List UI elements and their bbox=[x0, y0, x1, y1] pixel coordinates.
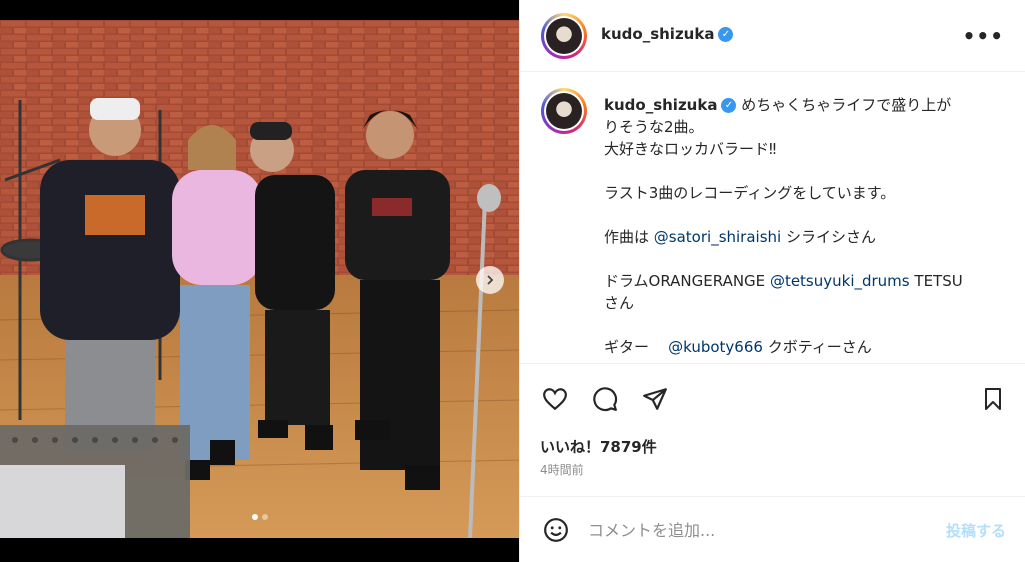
header-username[interactable]: kudo_shizuka ✓ bbox=[601, 25, 734, 43]
caption-line: シライシさん bbox=[785, 228, 876, 246]
verified-badge-icon: ✓ bbox=[718, 27, 734, 42]
username-text[interactable]: kudo_shizuka bbox=[601, 25, 714, 43]
mention-link[interactable]: @kuboty666 bbox=[668, 338, 763, 356]
caption-line: ギター bbox=[604, 338, 650, 356]
heart-icon bbox=[543, 388, 567, 411]
avatar[interactable] bbox=[541, 13, 587, 59]
verified-badge-icon: ✓ bbox=[721, 98, 737, 113]
chevron-right-icon bbox=[487, 275, 494, 285]
caption-line: クボティーさん bbox=[767, 338, 872, 356]
post-timestamp[interactable]: 4時間前 bbox=[540, 461, 584, 478]
caption-line: TETSU bbox=[914, 272, 963, 290]
more-options-icon[interactable]: ••• bbox=[963, 24, 1004, 48]
comment-icon bbox=[593, 387, 618, 412]
mention-link[interactable]: @satori_shiraishi bbox=[654, 228, 781, 246]
post-photo-pane bbox=[0, 0, 519, 562]
emoji-icon bbox=[544, 518, 568, 542]
caption-username[interactable]: kudo_shizuka ✓ bbox=[604, 96, 737, 114]
caption-text: kudo_shizuka ✓ めちゃくちゃライフで盛り上が りそうな2曲。 大好き… bbox=[604, 94, 1004, 358]
caption-username-text[interactable]: kudo_shizuka bbox=[604, 96, 717, 114]
bookmark-icon bbox=[985, 388, 1001, 410]
caption-area: kudo_shizuka ✓ めちゃくちゃライフで盛り上が りそうな2曲。 大好き… bbox=[520, 72, 1025, 364]
caption-line: 作曲は bbox=[604, 228, 650, 246]
post-comment-button[interactable]: 投稿する bbox=[946, 520, 1006, 541]
emoji-button[interactable] bbox=[541, 515, 571, 545]
likes-count[interactable]: いいね！7879件 bbox=[540, 436, 657, 457]
comment-input[interactable] bbox=[588, 517, 908, 543]
photo-dots bbox=[0, 514, 519, 520]
share-button[interactable] bbox=[640, 384, 670, 414]
post-photo[interactable] bbox=[0, 20, 519, 538]
post-header: kudo_shizuka ✓ ••• bbox=[520, 0, 1025, 72]
caption-line: りそうな2曲。 bbox=[604, 118, 704, 136]
photo-dot bbox=[251, 514, 258, 520]
caption-line: ラスト3曲のレコーディングをしています。 bbox=[604, 184, 896, 202]
mention-link[interactable]: @tetsuyuki_drums bbox=[770, 272, 910, 290]
next-photo-button[interactable] bbox=[476, 266, 504, 294]
post-actions bbox=[520, 366, 1025, 432]
save-button[interactable] bbox=[978, 384, 1008, 414]
caption-line: 大好きなロッカバラード‼︎ bbox=[604, 140, 777, 158]
caption-line: めちゃくちゃライフで盛り上が bbox=[741, 96, 952, 114]
like-button[interactable] bbox=[540, 384, 570, 414]
photo-dot bbox=[261, 514, 268, 520]
caption-line: ドラムORANGERANGE bbox=[604, 272, 766, 290]
share-icon bbox=[643, 388, 667, 410]
comment-button[interactable] bbox=[590, 384, 620, 414]
comment-bar: 投稿する bbox=[520, 496, 1025, 562]
caption-avatar[interactable] bbox=[541, 88, 587, 134]
caption-line: さん bbox=[604, 294, 635, 312]
post-side-panel: kudo_shizuka ✓ ••• kudo_shizuka ✓ めちゃくちゃライ… bbox=[519, 0, 1025, 562]
